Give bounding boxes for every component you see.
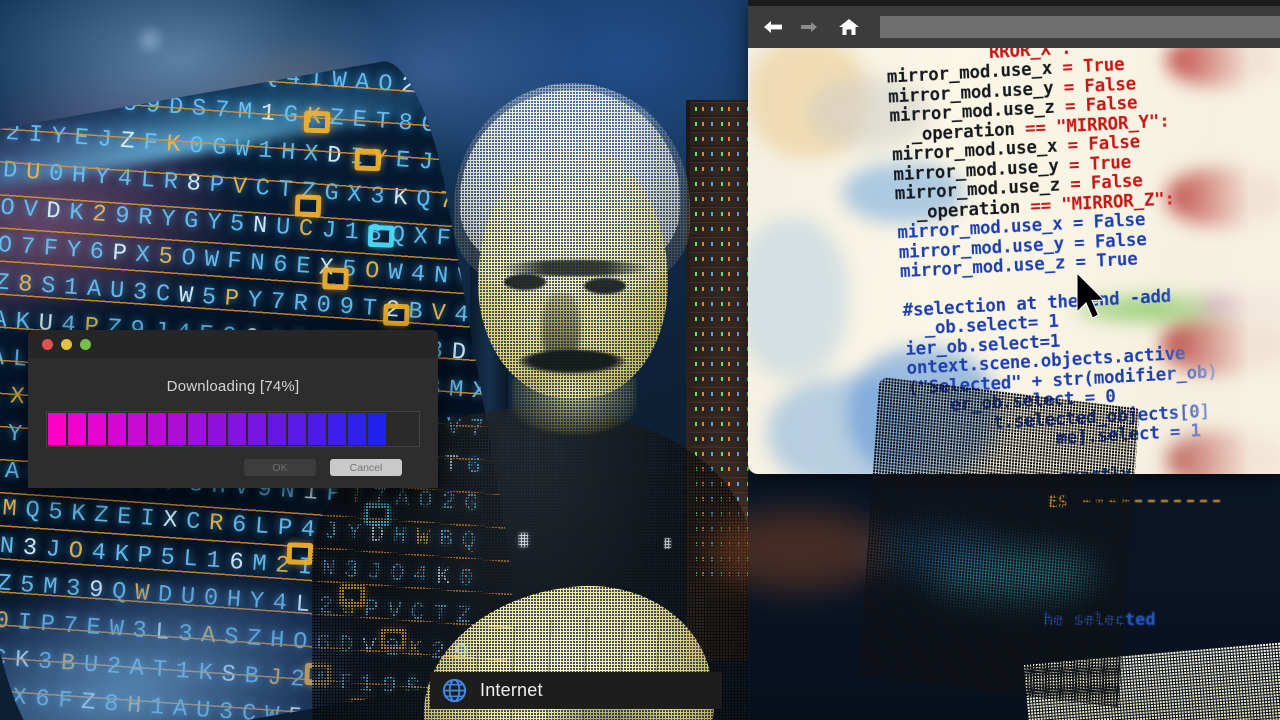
cancel-button[interactable]: Cancel (330, 459, 402, 476)
progress-bar (46, 411, 420, 447)
laptop-foreground (858, 376, 1280, 720)
taskbar-item-label: Internet (480, 680, 543, 700)
taskbar-item-internet[interactable]: Internet (430, 672, 722, 709)
browser-toolbar (748, 6, 1280, 48)
progress-bar-fill (48, 413, 386, 445)
screen: 0DQ3GT6JW9MZCP2FS5IV8LYBO1 7LZDR5JXBP36K… (0, 0, 1280, 720)
progress-segment (228, 413, 246, 445)
progress-segment (168, 413, 186, 445)
progress-segment (268, 413, 286, 445)
minimize-button[interactable] (61, 338, 72, 350)
progress-segment (288, 413, 306, 445)
dialog-titlebar[interactable] (28, 330, 438, 358)
progress-segment (348, 413, 366, 445)
progress-segment (68, 413, 86, 445)
progress-segment (208, 413, 226, 445)
progress-segment (108, 413, 126, 445)
progress-segment (128, 413, 146, 445)
progress-segment (188, 413, 206, 445)
close-button[interactable] (42, 338, 53, 350)
progress-segment (48, 413, 66, 445)
ok-button[interactable]: OK (244, 459, 316, 476)
arrow-right-icon[interactable] (796, 14, 822, 40)
dialog-title: Downloading [74%] (166, 378, 300, 395)
progress-segment (148, 413, 166, 445)
progress-segment (368, 413, 386, 445)
globe-icon (442, 678, 467, 703)
maximize-button[interactable] (80, 338, 91, 350)
progress-segment (88, 413, 106, 445)
arrow-left-icon[interactable] (760, 14, 786, 40)
download-dialog[interactable]: Downloading [74%] OK Cancel (28, 330, 438, 488)
progress-segment (248, 413, 266, 445)
home-icon[interactable] (836, 14, 862, 40)
address-bar[interactable] (880, 16, 1280, 38)
progress-segment (328, 413, 346, 445)
progress-segment (308, 413, 326, 445)
